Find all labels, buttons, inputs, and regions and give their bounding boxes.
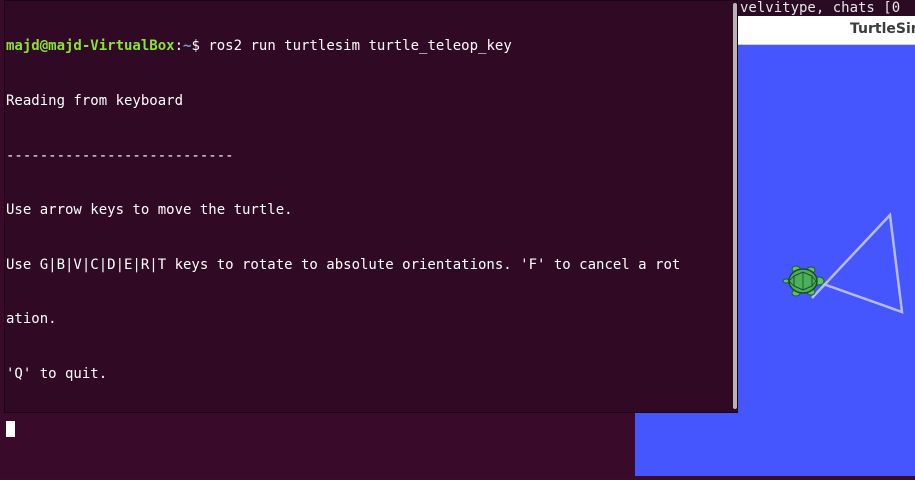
output-line: --------------------------- (6, 147, 234, 164)
output-line: Use G|B|V|C|D|E|R|T keys to rotate to ab… (6, 256, 681, 273)
output-line: ation. (6, 311, 57, 328)
terminal-window[interactable]: majd@majd-VirtualBox:~$ ros2 run turtles… (4, 0, 738, 437)
turtle-trail (811, 212, 904, 314)
command-line: majd@majd-VirtualBox:~$ ros2 run turtles… (6, 37, 730, 55)
text-cursor (6, 420, 15, 437)
input-line[interactable] (6, 420, 730, 438)
prompt-symbol: $ (191, 38, 209, 55)
terminal-scrollbar[interactable] (732, 1, 738, 411)
terminal-scrollbar-thumb[interactable] (733, 3, 737, 409)
background-terminal-text: velvitype, chats [0 (740, 0, 901, 16)
terminal-output[interactable]: majd@majd-VirtualBox:~$ ros2 run turtles… (6, 1, 730, 474)
turtlesim-titlebar[interactable]: TurtleSim (738, 16, 915, 45)
output-line: Use arrow keys to move the turtle. (6, 202, 293, 219)
command-text: ros2 run turtlesim turtle_teleop_key (208, 38, 512, 55)
prompt-separator: : (174, 38, 184, 55)
prompt-user: majd@majd-VirtualBox (6, 38, 175, 55)
output-line: 'Q' to quit. (6, 365, 108, 382)
output-line: Reading from keyboard (6, 93, 184, 109)
turtlesim-title: TurtleSim (850, 21, 915, 37)
